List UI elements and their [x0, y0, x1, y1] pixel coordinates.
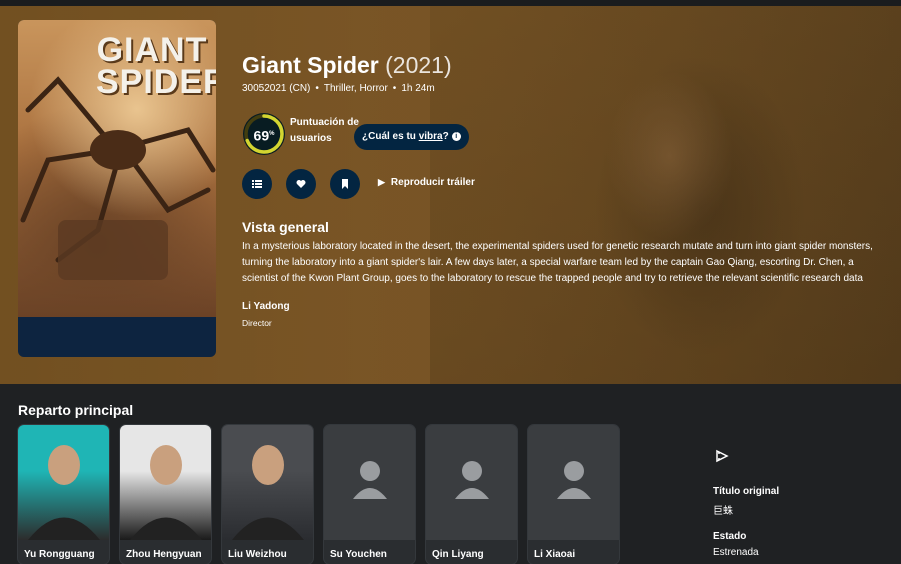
cast-name[interactable]: Li Xiaoai: [534, 549, 575, 560]
cast-name[interactable]: Yu Rongguang: [24, 549, 95, 560]
user-score-value: 69%: [253, 127, 275, 144]
title-block: Giant Spider (2021) 30052021 (CN) • Thrill…: [242, 52, 452, 94]
runtime: 1h 24m: [401, 83, 435, 94]
status-value: Estrenada: [713, 547, 759, 558]
person-placeholder-icon: [528, 425, 619, 540]
add-to-list-button[interactable]: [242, 169, 272, 199]
cast-name[interactable]: Liu Weizhou: [228, 549, 287, 560]
cast-photo: [222, 425, 313, 540]
bookmark-icon: [342, 179, 348, 189]
overview-heading: Vista general: [242, 219, 329, 235]
director-role: Director: [242, 318, 272, 328]
play-icon: ▶: [378, 177, 385, 187]
original-title-value: 巨蛛: [713, 506, 733, 517]
cast-photo: [18, 425, 109, 540]
user-score-chart[interactable]: 69%: [242, 112, 286, 156]
movie-facts: 30052021 (CN) • Thriller, Horror • 1h 24m: [242, 83, 435, 94]
user-score-label: Puntuación de usuarios: [290, 117, 359, 144]
status-label: Estado: [713, 531, 747, 542]
movie-poster[interactable]: GIANT SPIDER: [18, 20, 216, 357]
director-name[interactable]: Li Yadong: [242, 301, 290, 312]
favorite-button[interactable]: [286, 169, 316, 199]
cast-card[interactable]: Liu Weizhou: [222, 425, 313, 564]
person-placeholder-icon: [324, 425, 415, 540]
cast-card[interactable]: Su Youchen: [324, 425, 415, 564]
cast-name[interactable]: Qin Liyang: [432, 549, 484, 560]
person-placeholder-icon: [426, 425, 517, 540]
heart-icon: [296, 180, 306, 188]
play-trailer-button[interactable]: ▶ Reproducir tráiler: [378, 177, 475, 188]
justwatch-play-icon[interactable]: [715, 449, 729, 468]
cast-photo: [120, 425, 211, 540]
movie-title[interactable]: Giant Spider: [242, 52, 379, 78]
list-icon: [252, 180, 262, 188]
cast-name[interactable]: Zhou Hengyuan: [126, 549, 202, 560]
cast-heading: Reparto principal: [18, 402, 134, 418]
poster-title: GIANT SPIDER: [96, 31, 216, 101]
watchlist-button[interactable]: [330, 169, 360, 199]
movie-year: (2021): [385, 52, 452, 78]
cast-name[interactable]: Su Youchen: [330, 549, 387, 560]
vibe-button[interactable]: ¿Cuál es tu vibra? i: [354, 124, 469, 150]
genres[interactable]: Thriller, Horror: [324, 83, 388, 94]
cast-card[interactable]: Yu Rongguang: [18, 425, 109, 564]
original-title-label: Título original: [713, 486, 780, 497]
cast-card[interactable]: Li Xiaoai: [528, 425, 619, 564]
cast-card[interactable]: Zhou Hengyuan: [120, 425, 211, 564]
overview-text: In a mysterious laboratory located in th…: [242, 241, 873, 284]
release-date: 30052021 (CN): [242, 83, 311, 94]
info-icon: i: [451, 131, 461, 141]
page-title[interactable]: Giant Spider (2021): [242, 52, 452, 79]
cast-card[interactable]: Qin Liyang: [426, 425, 517, 564]
